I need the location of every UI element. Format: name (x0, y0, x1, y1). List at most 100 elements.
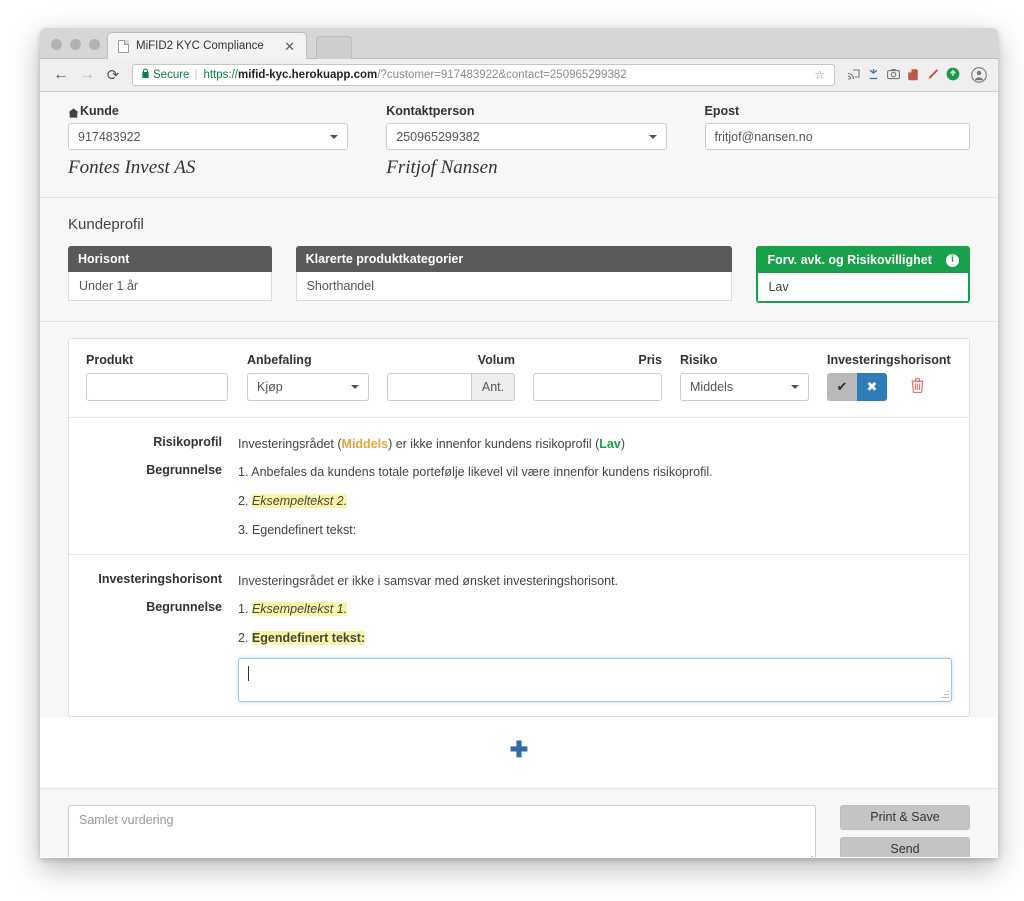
horisont-toggle-wrap: ✔ ✖ (827, 373, 951, 401)
custom-text-textarea[interactable] (238, 657, 952, 702)
item-number: 2. (238, 494, 249, 509)
url-text: https://mifid-kyc.herokuapp.com/?custome… (203, 69, 810, 81)
risiko-group: Risiko Middels (680, 353, 809, 401)
kontaktperson-label: Kontaktperson (386, 104, 475, 118)
close-tab-icon[interactable]: ✕ (279, 40, 300, 53)
anbefaling-label: Anbefaling (247, 353, 312, 367)
screenshot-root: MiFID2 KYC Compliance ✕ ← → ⟳ Secure | h… (0, 0, 1024, 901)
bookmark-star-icon[interactable]: ☆ (810, 68, 829, 82)
panel-risikovillighet-title: Forv. avk. og Risikovillighet (767, 253, 932, 267)
produkt-input[interactable] (86, 373, 228, 401)
risiko-label: Risiko (680, 353, 718, 367)
add-icon[interactable]: ✚ (510, 738, 528, 761)
statement-mid: ) er ikke innenfor kundens risikoprofil … (388, 437, 600, 451)
horisont-begrunnelse-list: 1. Eksempeltekst 1. 2. Egendefinert teks… (238, 600, 952, 702)
url-path: /?customer=917483922&contact=25096529938… (377, 69, 627, 81)
url-divider: | (194, 69, 198, 81)
kunde-field-group: Kunde 917483922 Fontes Invest AS (68, 104, 349, 179)
cast-icon[interactable] (847, 68, 860, 83)
item-number: 1. (238, 601, 249, 616)
browser-tabstrip: MiFID2 KYC Compliance ✕ (40, 28, 998, 59)
panel-produktkategorier: Klarerte produktkategorier Shorthandel (295, 246, 733, 303)
kundeprofil-panels-row: Horisont Under 1 år Klarerte produktkate… (68, 246, 970, 303)
volum-unit-addon: Ant. (471, 373, 515, 401)
produkt-group: Produkt (86, 353, 228, 401)
produkt-label: Produkt (86, 353, 134, 367)
minimize-window-button[interactable] (70, 39, 81, 50)
volum-input[interactable] (387, 373, 471, 401)
panel-produktkategorier-value: Shorthandel (295, 272, 733, 301)
horisont-statement: Investeringsrådet er ikke i samsvar med … (238, 573, 619, 588)
kunde-value: 917483922 (78, 129, 141, 144)
home-icon (68, 107, 79, 118)
risikoprofil-statement: Investeringsrådet (Middels) er ikke inne… (238, 435, 952, 453)
risiko-select[interactable]: Middels (680, 373, 809, 401)
address-bar[interactable]: Secure | https://mifid-kyc.herokuapp.com… (132, 64, 835, 86)
maximize-window-button[interactable] (89, 39, 100, 50)
risiko-value: Middels (690, 380, 734, 394)
puzzle-icon[interactable] (867, 68, 880, 83)
anbefaling-select[interactable]: Kjøp (247, 373, 369, 401)
risikoprofil-label: Risikoprofil (153, 435, 222, 449)
resize-grip-icon[interactable] (940, 690, 949, 699)
panel-risikovillighet-header: Forv. avk. og Risikovillighet i (757, 247, 969, 273)
begrunnelse-item[interactable]: 3. Egendefinert tekst: (238, 521, 952, 539)
evernote-icon[interactable] (907, 68, 919, 83)
begrunnelse-item[interactable]: 1. Anbefales da kundens totale portefølj… (238, 463, 952, 481)
item-text: Eksempeltekst 1. (251, 601, 348, 616)
info-icon[interactable]: i (946, 253, 959, 267)
item-text: Anbefales da kundens totale portefølje l… (251, 465, 713, 480)
page-favicon-icon (118, 39, 129, 53)
kunde-select[interactable]: 917483922 (68, 123, 349, 150)
item-number: 3. (238, 523, 249, 538)
kunde-label-wrap: Kunde (68, 104, 348, 118)
epost-label: Epost (704, 104, 740, 118)
kunde-name: Fontes Invest AS (68, 157, 196, 178)
page-content: Kunde 917483922 Fontes Invest AS Kontakt… (40, 92, 998, 857)
profile-avatar-icon[interactable] (968, 64, 990, 86)
kontaktperson-name: Fritjof Nansen (386, 157, 498, 178)
begrunnelse-item[interactable]: 1. Eksempeltekst 1. (238, 600, 952, 618)
lock-icon (141, 68, 150, 82)
begrunnelse-item[interactable]: 2. Egendefinert tekst: (238, 629, 952, 647)
statement-profile: Lav (599, 437, 621, 451)
browser-tab[interactable]: MiFID2 KYC Compliance ✕ (107, 32, 307, 59)
text-cursor (248, 665, 249, 681)
footer-buttons: Print & Save Send (840, 804, 970, 857)
kundeprofil-section: Kundeprofil Horisont Under 1 år Klarerte… (40, 198, 998, 322)
new-tab-button[interactable] (316, 36, 352, 59)
reload-icon[interactable]: ⟳ (100, 62, 126, 88)
begrunnelse-item[interactable]: 2. Eksempeltekst 2. (238, 492, 952, 510)
investeringshorisont-group: Investeringshorisont ✔ ✖ (827, 353, 951, 401)
investeringshorisont-block: Investeringshorisont Investeringsrådet e… (69, 555, 969, 716)
panel-horisont: Horisont Under 1 år (68, 246, 272, 303)
recommendation-card: Produkt Anbefaling Kjøp Volum Ant. Pris … (68, 338, 970, 717)
kundeprofil-title: Kundeprofil (68, 216, 144, 233)
window-controls[interactable] (51, 39, 100, 50)
print-save-button[interactable]: Print & Save (840, 804, 970, 830)
approve-button[interactable]: ✔ (827, 373, 857, 401)
back-icon[interactable]: ← (48, 62, 74, 88)
resize-grip-icon[interactable] (804, 855, 813, 857)
epost-input[interactable]: fritjof@nansen.no (704, 123, 970, 150)
item-text: Egendefinert tekst: (251, 523, 357, 538)
download-icon[interactable] (946, 67, 960, 83)
pris-input[interactable] (533, 373, 662, 401)
chevron-down-icon (791, 385, 799, 389)
samlet-vurdering-textarea[interactable]: Samlet vurdering (68, 804, 816, 857)
browser-toolbar: ← → ⟳ Secure | https://mifid-kyc.herokua… (40, 59, 998, 92)
kontaktperson-select[interactable]: 250965299382 (386, 123, 667, 150)
pen-icon[interactable] (926, 68, 939, 83)
close-window-button[interactable] (51, 39, 62, 50)
kunde-label: Kunde (80, 104, 119, 118)
panel-produktkategorier-header: Klarerte produktkategorier (295, 246, 733, 272)
delete-row-icon[interactable] (911, 378, 924, 396)
camera-icon[interactable] (887, 68, 900, 82)
send-button[interactable]: Send (840, 836, 970, 857)
footer-section: Samlet vurdering Print & Save Send (40, 787, 998, 857)
reject-button[interactable]: ✖ (857, 373, 887, 401)
forward-icon: → (79, 66, 95, 83)
customer-fields-row: Kunde 917483922 Fontes Invest AS Kontakt… (68, 104, 970, 179)
risikoprofil-block: Risikoprofil Investeringsrådet (Middels)… (69, 418, 969, 555)
url-scheme: https:// (203, 69, 238, 81)
